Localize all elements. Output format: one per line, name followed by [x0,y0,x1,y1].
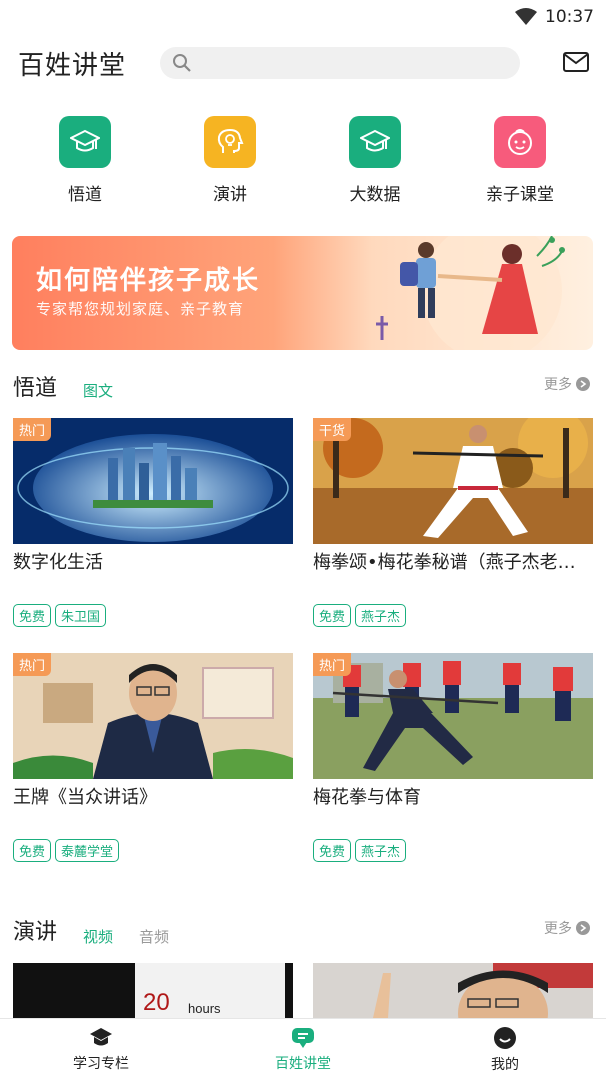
more-link[interactable]: 更多 [544,918,590,938]
tag-price: 免费 [313,839,352,862]
section-wudao-header: 悟道 图文 更多 [0,370,606,401]
bottom-tab-bar: 学习专栏 百姓讲堂 我的 [0,1018,606,1080]
tag-author: 燕子杰 [355,839,407,862]
search-bar[interactable] [160,47,520,79]
category-row: 悟道 演讲 大数据 亲子课堂 [0,116,606,206]
thumb-number: 20 [143,989,170,1016]
tab-label: 学习专栏 [73,1055,129,1072]
card-thumbnail: 热门 [13,653,293,779]
status-time: 10:37 [545,7,594,27]
card-thumbnail: 干货 [313,418,593,544]
study-hat-icon [90,1027,112,1045]
category-label: 悟道 [68,185,102,205]
category-yanjiang[interactable]: 演讲 [170,116,290,205]
card-badge: 热门 [13,653,52,676]
head-lightbulb-icon [204,116,256,168]
graduation-cap-icon [349,116,401,168]
card-thumbnail: 热门 [313,653,593,779]
card-tags: 免费 泰麓学堂 [13,839,120,862]
chat-bubble-icon [292,1027,314,1048]
app-title: 百姓讲堂 [18,50,127,81]
chevron-right-icon [576,921,590,935]
tab-study-column[interactable]: 学习专栏 [0,1019,202,1080]
card-title: 数字化生活 [13,552,103,573]
tab-mine[interactable]: 我的 [404,1019,606,1080]
category-wudao[interactable]: 悟道 [25,116,145,205]
course-card[interactable]: 热门 梅花拳与体育 免费 燕子杰 [313,653,593,862]
search-input[interactable] [200,55,500,71]
category-label: 大数据 [349,185,401,205]
card-tags: 免费 燕子杰 [313,839,407,862]
tab-label: 我的 [491,1056,519,1073]
status-bar: 10:37 [0,0,606,34]
course-card[interactable]: 干货 梅拳颂•梅花拳秘谱（燕子杰老师） 免费 燕子杰 [313,418,593,627]
parent-child-illustration [376,236,565,350]
more-label: 更多 [544,921,572,937]
banner-subtitle: 专家帮您规划家庭、亲子教育 [36,300,245,318]
header: 百姓讲堂 [0,40,606,86]
chevron-right-icon [576,377,590,391]
profile-smile-icon [494,1026,516,1049]
category-qinzi[interactable]: 亲子课堂 [460,116,580,205]
tag-price: 免费 [13,839,52,862]
search-icon [173,54,191,72]
card-title: 梅拳颂•梅花拳秘谱（燕子杰老师） [313,552,583,573]
section-title: 演讲 [13,920,58,945]
category-dashuju[interactable]: 大数据 [315,116,435,205]
category-label: 演讲 [213,185,247,205]
video-card-thumbnail[interactable] [313,963,593,1018]
card-title: 王牌《当众讲话》 [13,787,157,808]
course-card[interactable]: 热门 数字化生活 免费 朱卫国 [13,418,293,627]
baby-face-icon [494,116,546,168]
tab-audio[interactable]: 音频 [139,926,169,947]
video-card-thumbnail[interactable]: 20 hours [13,963,293,1018]
promo-banner[interactable]: 如何陪伴孩子成长 专家帮您规划家庭、亲子教育 [12,236,593,350]
more-link[interactable]: 更多 [544,374,590,394]
graduation-cap-icon [59,116,111,168]
tag-price: 免费 [313,604,352,627]
thumb-hours-label: hours [188,1001,221,1016]
card-badge: 干货 [313,418,352,441]
card-tags: 免费 朱卫国 [13,604,107,627]
course-card[interactable]: 热门 王牌《当众讲话》 免费 泰麓学堂 [13,653,293,862]
wifi-icon [515,8,537,25]
tag-price: 免费 [13,604,52,627]
tab-tuwen[interactable]: 图文 [83,380,113,401]
card-tags: 免费 燕子杰 [313,604,407,627]
tag-author: 燕子杰 [355,604,407,627]
card-badge: 热门 [313,653,352,676]
tag-author: 泰麓学堂 [55,839,120,862]
category-label: 亲子课堂 [486,185,554,205]
tab-video[interactable]: 视频 [83,926,113,947]
card-title: 梅花拳与体育 [313,787,421,808]
tab-lecture-hall[interactable]: 百姓讲堂 [202,1019,404,1080]
more-label: 更多 [544,377,572,393]
mail-icon[interactable] [562,50,590,74]
banner-title: 如何陪伴孩子成长 [36,266,261,296]
tag-author: 朱卫国 [55,604,107,627]
tab-label: 百姓讲堂 [275,1055,331,1072]
section-title: 悟道 [13,376,58,401]
card-thumbnail: 热门 [13,418,293,544]
section-yanjiang-header: 演讲 视频 音频 更多 [0,914,606,947]
card-badge: 热门 [13,418,52,441]
